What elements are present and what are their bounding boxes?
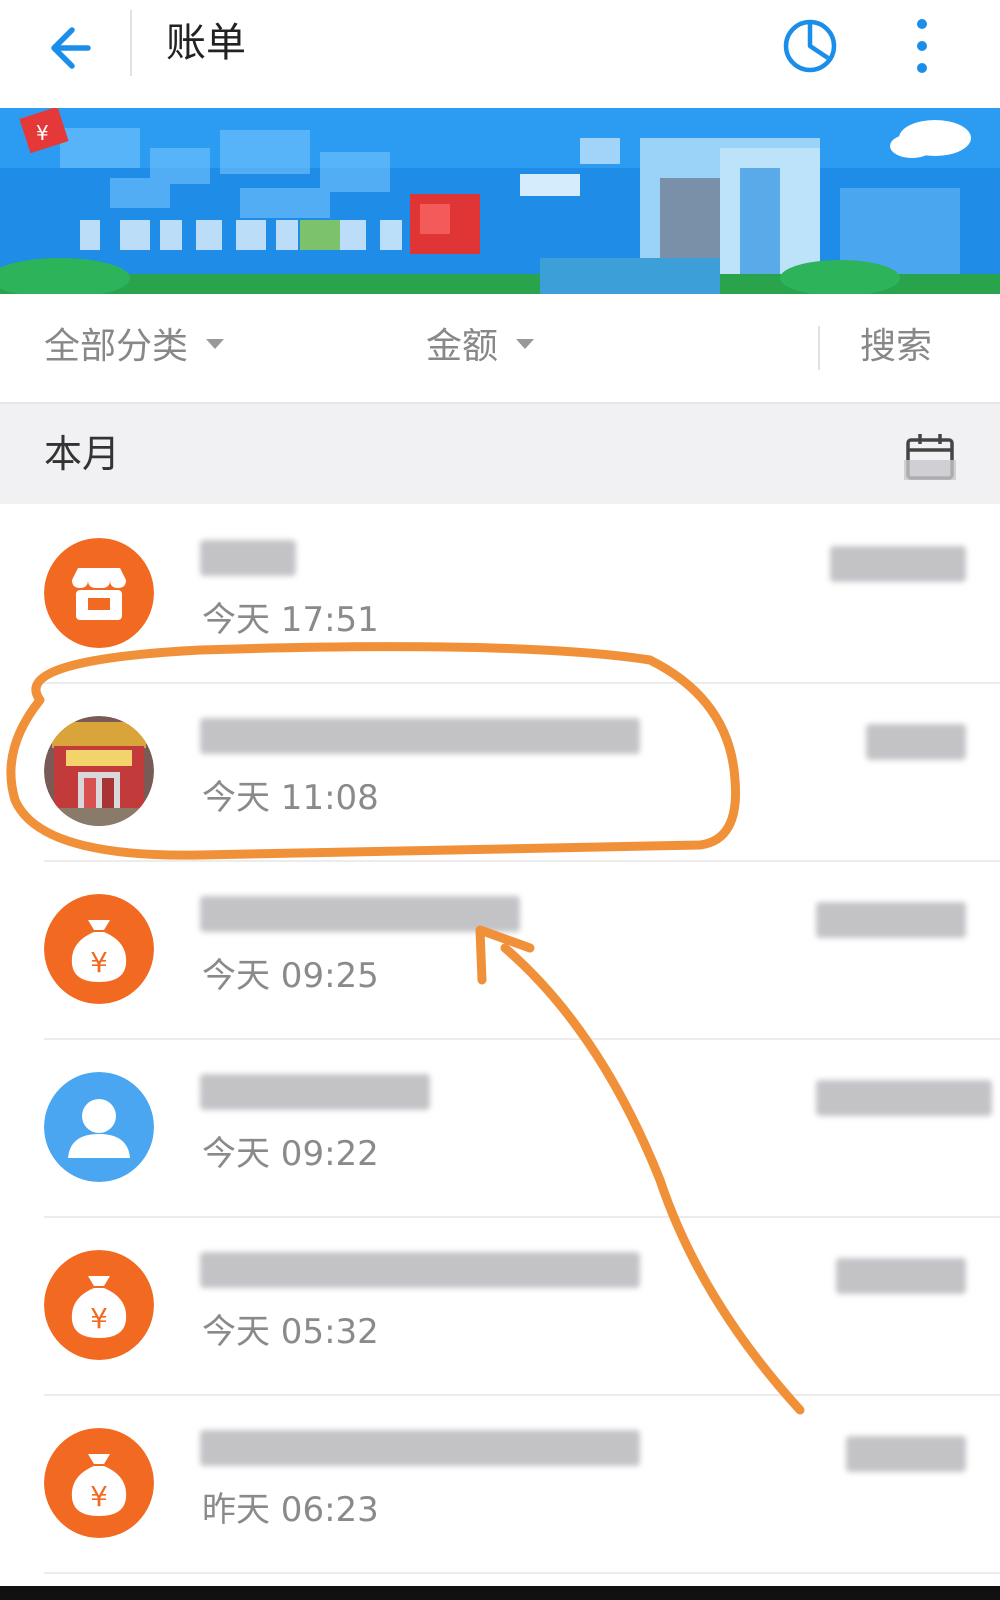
annotation-arrow <box>500 943 805 1415</box>
annotation-overlay <box>6 642 805 1415</box>
annotation-arrowhead <box>475 925 535 985</box>
navigation-bar-edge <box>0 1586 1000 1600</box>
highlight-circle <box>6 642 741 860</box>
